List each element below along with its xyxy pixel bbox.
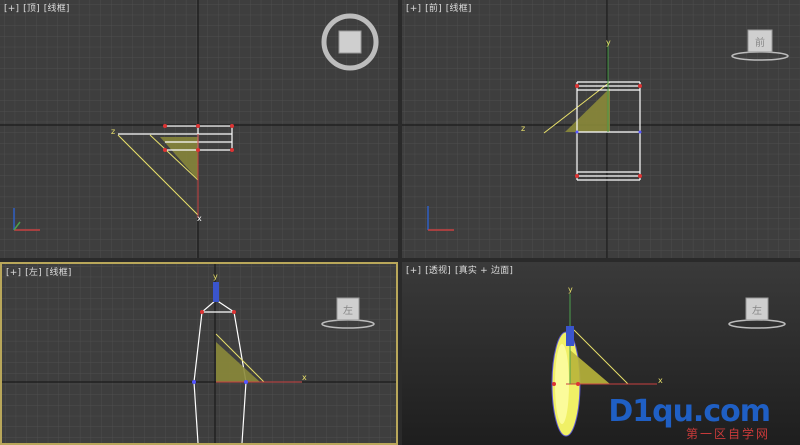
viewport-view-name[interactable]: [左] [25, 268, 42, 278]
viewport-menu-plus[interactable]: [+] [406, 266, 421, 276]
viewport-shading-mode[interactable]: [线框] [446, 4, 472, 14]
viewport-front[interactable]: [+] [前] [线框] 前 y z [402, 0, 800, 258]
viewcube-face-label: 左 [343, 304, 353, 317]
y-axis-label: y [213, 272, 218, 281]
viewcube-face-label: 左 [752, 304, 762, 317]
viewport-divider-vertical[interactable] [398, 0, 402, 445]
y-axis-label: y [606, 38, 611, 47]
viewport-left[interactable]: [+] [左] [线框] 左 y x [0, 262, 398, 445]
viewport-shading-mode[interactable]: [线框] [44, 4, 70, 14]
viewport-divider-horizontal[interactable] [0, 258, 800, 262]
viewport-perspective-label[interactable]: [+] [透视] [真实 + 边面] [406, 263, 517, 276]
viewport-view-name[interactable]: [顶] [23, 4, 40, 14]
viewport-perspective[interactable]: [+] [透视] [真实 + 边面] 左 y x D1qu.com 第一区自学网 [402, 262, 800, 445]
viewport-view-name[interactable]: [前] [425, 4, 442, 14]
x-axis-label: x [197, 214, 202, 223]
viewport-top-label[interactable]: [+] [顶] [线框] [4, 1, 74, 14]
viewport-menu-plus[interactable]: [+] [4, 4, 19, 14]
watermark-subtitle: 第一区自学网 [685, 427, 770, 441]
z-axis-label: z [111, 127, 115, 136]
viewport-menu-plus[interactable]: [+] [6, 268, 21, 278]
viewcube-face-label: 前 [755, 36, 765, 49]
watermark-brand: D1qu.com [608, 394, 771, 429]
viewport-front-canvas[interactable]: 前 y z [402, 0, 800, 258]
viewport-left-canvas[interactable]: 左 y x [2, 264, 396, 443]
x-axis-label: x [302, 373, 307, 382]
y-axis-label: y [568, 285, 573, 294]
z-axis-label: z [521, 124, 525, 133]
viewport-front-label[interactable]: [+] [前] [线框] [406, 1, 476, 14]
x-axis-label: x [658, 376, 663, 385]
viewport-shading-mode[interactable]: [真实 + 边面] [455, 266, 513, 276]
viewport-shading-mode[interactable]: [线框] [46, 268, 72, 278]
viewport-view-name[interactable]: [透视] [425, 266, 451, 276]
watermark: D1qu.com 第一区自学网 [608, 394, 771, 442]
viewport-menu-plus[interactable]: [+] [406, 4, 421, 14]
viewport-top-canvas[interactable]: z x [0, 0, 398, 258]
viewport-left-label[interactable]: [+] [左] [线框] [6, 265, 76, 278]
viewport-top[interactable]: [+] [顶] [线框] z x [0, 0, 398, 258]
